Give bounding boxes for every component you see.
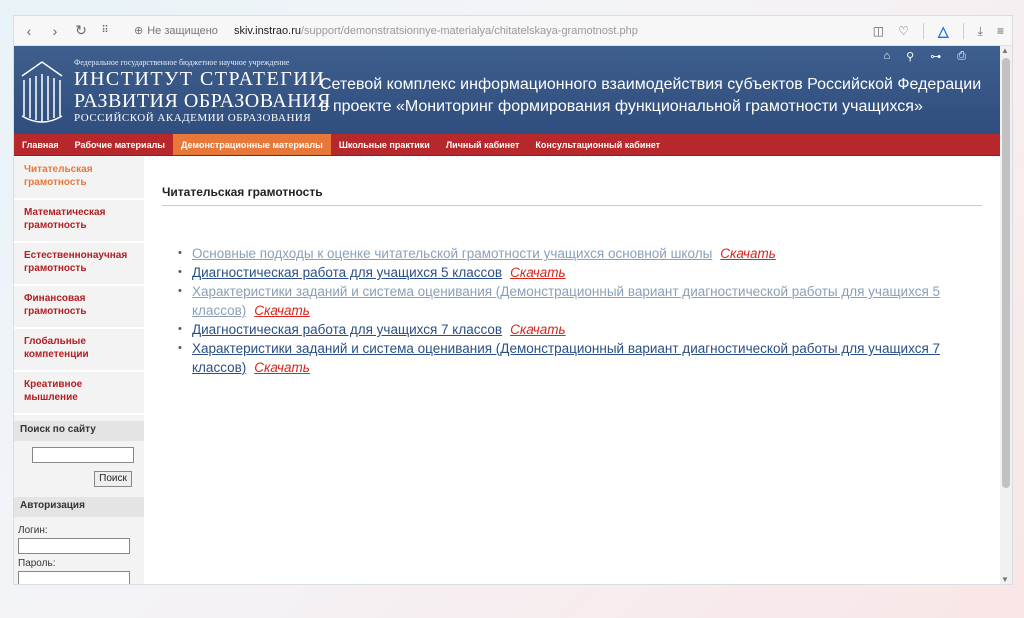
- reload-icon[interactable]: ↻: [72, 22, 90, 39]
- login-input[interactable]: [18, 538, 130, 554]
- nav-item-school-practices[interactable]: Школьные практики: [331, 134, 438, 155]
- sidebar-item-science[interactable]: Естественнонаучная грамотность: [14, 243, 144, 286]
- page-title: Читательская грамотность: [162, 185, 982, 206]
- password-label: Пароль:: [18, 558, 56, 569]
- nav-item-consulting-cabinet[interactable]: Консультационный кабинет: [527, 134, 668, 155]
- tabs-grid-icon[interactable]: ⠿: [96, 25, 114, 36]
- site-header: Федеральное государственное бюджетное на…: [14, 46, 1012, 134]
- sidebar-item-creative[interactable]: Креативное мышление: [14, 372, 144, 415]
- sidebar-item-global[interactable]: Глобальные компетенции: [14, 329, 144, 372]
- download-link[interactable]: Скачать: [254, 303, 310, 318]
- address-bar[interactable]: skiv.instrao.ru/support/demonstratsionny…: [234, 25, 638, 37]
- print-icon[interactable]: ⎙: [957, 50, 966, 63]
- nav-item-working-materials[interactable]: Рабочие материалы: [67, 134, 173, 155]
- security-status[interactable]: Не защищено: [147, 25, 218, 37]
- toolbar-divider: [922, 23, 924, 39]
- download-link[interactable]: Скачать: [510, 265, 566, 280]
- document-link[interactable]: Диагностическая работа для учащихся 5 кл…: [192, 265, 502, 280]
- nav-item-personal-cabinet[interactable]: Личный кабинет: [438, 134, 528, 155]
- org-name-line3: РОССИЙСКОЙ АКАДЕМИИ ОБРАЗОВАНИЯ: [74, 112, 312, 124]
- sitemap-icon[interactable]: ⊶: [930, 50, 941, 63]
- list-item: Характеристики заданий и система оценива…: [176, 282, 966, 320]
- globe-icon: ⊕: [134, 25, 144, 37]
- document-list: Основные подходы к оценке читательской г…: [162, 244, 982, 377]
- list-item: Диагностическая работа для учащихся 7 кл…: [176, 320, 966, 339]
- search-block-title: Поиск по сайту: [14, 421, 144, 441]
- sidebar-item-math[interactable]: Математическая грамотность: [14, 200, 144, 243]
- url-host: skiv.instrao.ru: [233, 24, 301, 37]
- password-input[interactable]: [18, 571, 130, 584]
- scroll-thumb[interactable]: [1002, 58, 1010, 488]
- url-path: /support/demonstratsionnye-materialya/ch…: [300, 24, 638, 37]
- browser-actions: ◫ ♡ △ ⤓ ≡: [873, 16, 1004, 46]
- sidebar: Читательская грамотность Математическая …: [14, 157, 144, 584]
- browser-brand-icon[interactable]: △: [938, 23, 949, 40]
- site-title: Сетевой комплекс информационного взаимод…: [320, 76, 982, 115]
- search-icon[interactable]: ⚲: [906, 50, 914, 63]
- nav-item-home[interactable]: Главная: [14, 134, 67, 155]
- scroll-down-icon[interactable]: ▼: [1001, 575, 1009, 584]
- main-content: Читательская грамотность Основные подход…: [162, 157, 982, 377]
- browser-window: ‹ › ↻ ⠿ ⊕ Не защищено skiv.instrao.ru/su…: [14, 16, 1012, 584]
- download-link[interactable]: Скачать: [510, 322, 566, 337]
- camera-icon[interactable]: ◫: [873, 24, 884, 38]
- back-icon[interactable]: ‹: [20, 23, 38, 39]
- auth-block-title: Авторизация: [14, 497, 144, 517]
- menu-icon[interactable]: ≡: [997, 24, 1004, 38]
- home-icon[interactable]: ⌂: [883, 50, 890, 63]
- search-input[interactable]: [32, 447, 134, 463]
- main-navigation: Главная Рабочие материалы Демонстрационн…: [14, 134, 1012, 156]
- search-block: Поиск: [14, 441, 144, 491]
- sidebar-item-financial[interactable]: Финансовая грамотность: [14, 286, 144, 329]
- download-icon[interactable]: ⤓: [978, 24, 983, 39]
- institute-logo-icon[interactable]: [18, 54, 66, 126]
- list-item: Характеристики заданий и система оценива…: [176, 339, 966, 377]
- org-name-line1: ИНСТИТУТ СТРАТЕГИИ: [74, 68, 326, 90]
- page-scrollbar[interactable]: ▲ ▼: [1000, 46, 1012, 584]
- download-link[interactable]: Скачать: [720, 246, 776, 261]
- list-item: Основные подходы к оценке читательской г…: [176, 244, 966, 263]
- document-link[interactable]: Диагностическая работа для учащихся 7 кл…: [192, 322, 502, 337]
- sidebar-item-reading[interactable]: Читательская грамотность: [14, 157, 144, 200]
- login-label: Логин:: [18, 525, 48, 536]
- list-item: Диагностическая работа для учащихся 5 кл…: [176, 263, 966, 282]
- nav-item-demo-materials[interactable]: Демонстрационные материалы: [173, 134, 331, 155]
- header-tools: ⌂ ⚲ ⊶ ⎙: [883, 50, 966, 63]
- search-button[interactable]: Поиск: [94, 471, 132, 487]
- scroll-up-icon[interactable]: ▲: [1001, 46, 1009, 55]
- document-link[interactable]: Основные подходы к оценке читательской г…: [192, 246, 712, 261]
- org-type: Федеральное государственное бюджетное на…: [74, 58, 290, 67]
- toolbar-divider: [962, 23, 964, 39]
- auth-block: Логин: Пароль:: [14, 517, 144, 584]
- org-name-line2: РАЗВИТИЯ ОБРАЗОВАНИЯ: [74, 90, 331, 112]
- browser-toolbar: ‹ › ↻ ⠿ ⊕ Не защищено skiv.instrao.ru/su…: [14, 16, 1012, 46]
- download-link[interactable]: Скачать: [254, 360, 310, 375]
- forward-icon[interactable]: ›: [46, 23, 64, 39]
- heart-icon[interactable]: ♡: [898, 24, 909, 38]
